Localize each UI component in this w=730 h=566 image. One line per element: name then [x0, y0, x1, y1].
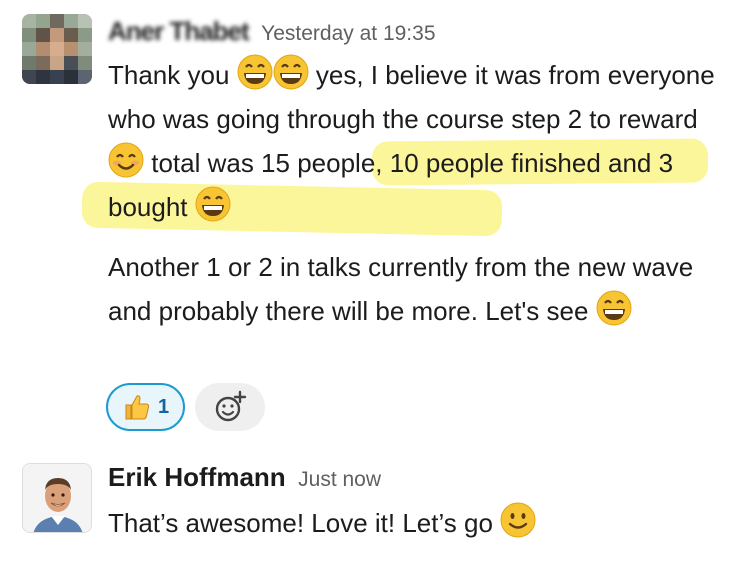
avatar-erik-hoffmann[interactable] — [22, 463, 92, 533]
text-segment: That’s awesome! Love it! Let’s go — [108, 508, 501, 538]
sender-name[interactable]: Aner Thabet — [108, 16, 250, 46]
grinning-face-icon — [195, 186, 231, 222]
reactions-bar: 1 — [106, 383, 266, 431]
reaction-count: 1 — [158, 395, 170, 418]
reaction-thumbs-up[interactable]: 1 — [106, 383, 186, 431]
message-body: That’s awesome! Love it! Let’s go — [108, 501, 718, 545]
grinning-face-icon — [273, 54, 309, 90]
paragraph-2: Another 1 or 2 in talks currently from t… — [108, 245, 718, 333]
add-reaction-button[interactable] — [195, 383, 266, 431]
timestamp[interactable]: Just now — [298, 468, 381, 491]
text-segment: Thank you — [108, 60, 237, 90]
paragraph-1: Thank you yes, I believe it was from eve… — [108, 53, 718, 229]
thumbs-up-icon — [122, 392, 152, 422]
timestamp[interactable]: Yesterday at 19:35 — [261, 22, 435, 45]
smiling-face-icon — [108, 142, 144, 178]
add-emoji-icon — [213, 390, 247, 424]
grinning-face-icon — [237, 54, 273, 90]
avatar-blurred[interactable] — [22, 14, 92, 84]
sender-name[interactable]: Erik Hoffmann — [108, 462, 286, 492]
message-body: Thank you yes, I believe it was from eve… — [108, 53, 718, 333]
grinning-face-icon — [596, 290, 632, 326]
message-header: Erik Hoffmann Just now — [108, 462, 381, 493]
slightly-smiling-face-icon — [500, 502, 536, 538]
message-header: Aner Thabet Yesterday at 19:35 — [108, 16, 436, 47]
